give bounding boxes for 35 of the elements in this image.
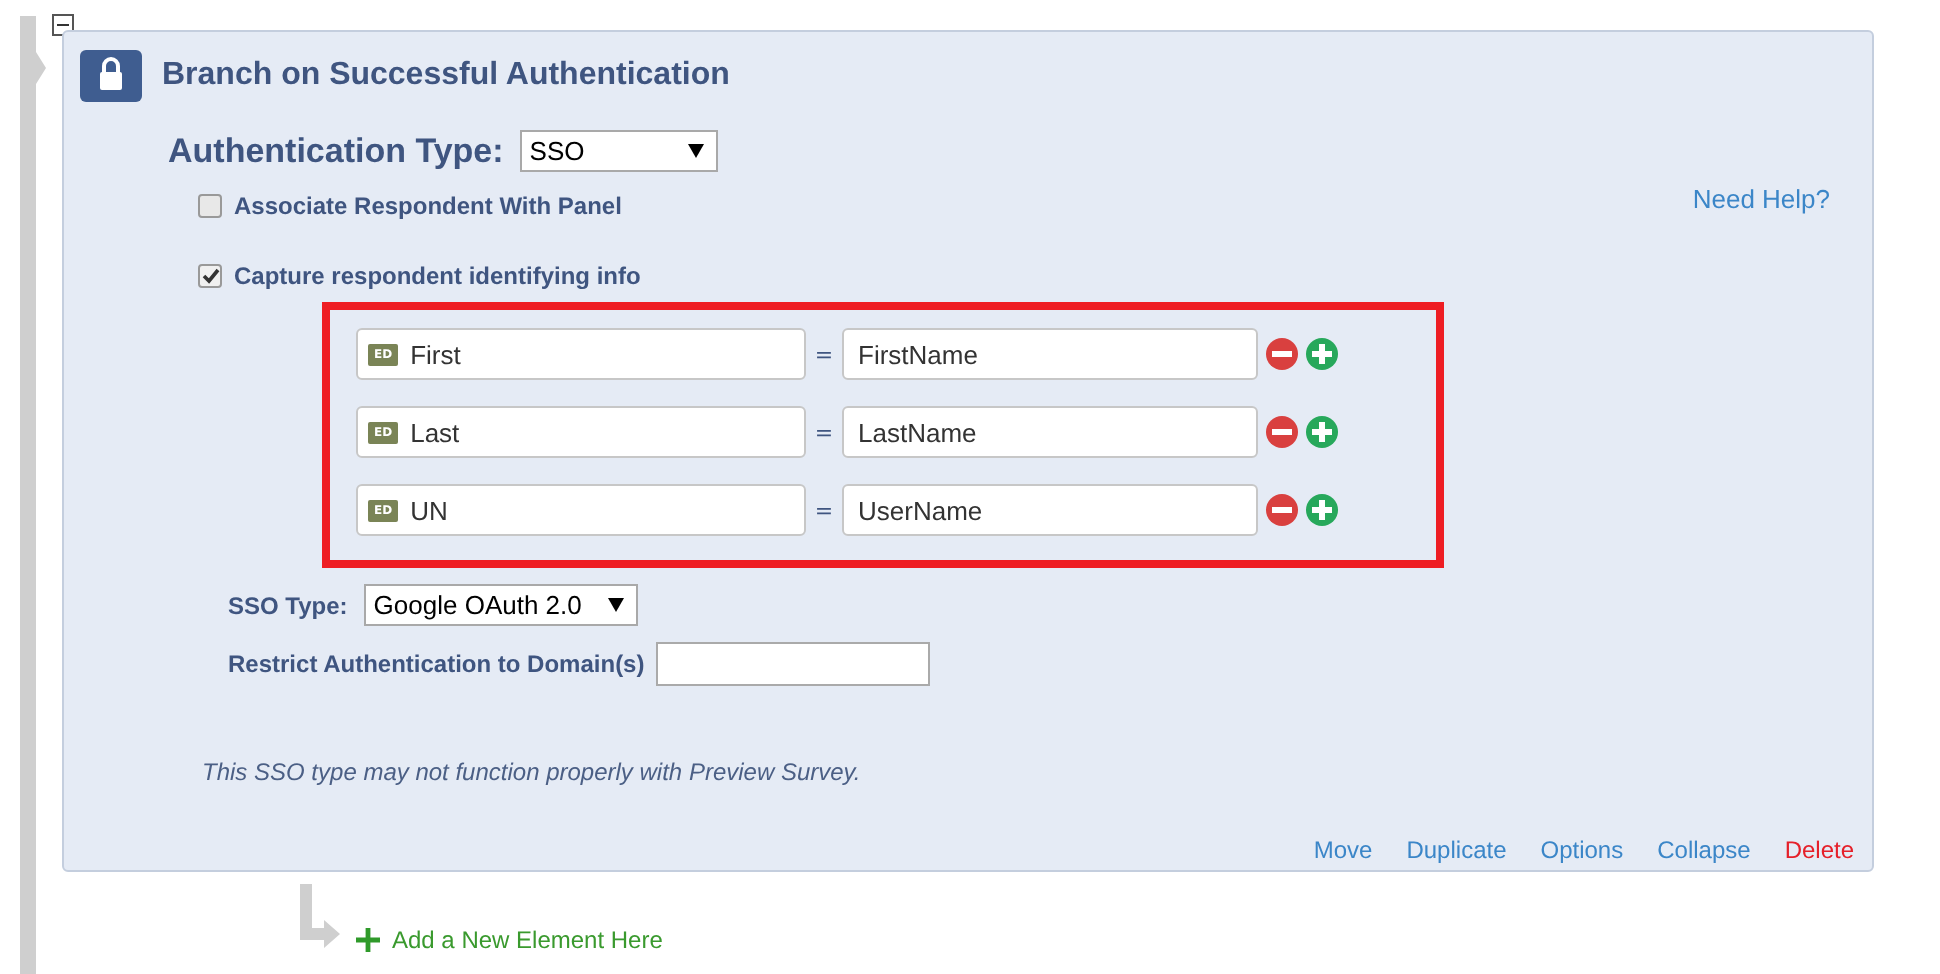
equals-sign: = xyxy=(812,419,836,445)
dropdown[interactable]: SSO xyxy=(519,130,718,172)
remove-icon[interactable] xyxy=(1266,338,1298,370)
block-title: Branch on Successful Authentication xyxy=(162,58,730,94)
field-value: Last xyxy=(410,417,460,447)
caret-icon xyxy=(687,144,704,158)
add-icon[interactable] xyxy=(1306,416,1338,448)
checkbox[interactable] xyxy=(198,264,222,288)
remove-icon[interactable] xyxy=(1266,416,1298,448)
action-link[interactable]: Delete xyxy=(1784,836,1854,864)
field-value: UN xyxy=(410,495,448,525)
add-element-link[interactable]: Add a New Element Here xyxy=(356,926,663,954)
info-note: This SSO type may not function properly with Preview Survey. xyxy=(202,758,863,786)
dropdown[interactable]: Google OAuth 2.0 xyxy=(363,584,638,626)
plus-icon xyxy=(356,928,380,952)
field-label: SSO Type: xyxy=(228,591,348,619)
value-input[interactable]: UserName xyxy=(842,484,1258,536)
checkbox[interactable] xyxy=(198,194,222,218)
caret-icon xyxy=(607,598,624,612)
value-input[interactable]: FirstName xyxy=(842,328,1258,380)
checkbox-label: Capture respondent identifying info xyxy=(234,262,641,290)
connector-arrow-icon xyxy=(296,884,344,952)
field-label: Authentication Type: xyxy=(168,131,504,171)
remove-icon[interactable] xyxy=(1266,494,1298,526)
lock-icon xyxy=(80,50,142,102)
field-label: Restrict Authentication to Domain(s) xyxy=(228,650,645,678)
field-value: First xyxy=(410,339,461,369)
equals-sign: = xyxy=(812,341,836,367)
add-icon[interactable] xyxy=(1306,338,1338,370)
input-field[interactable] xyxy=(656,642,931,686)
add-icon[interactable] xyxy=(1306,494,1338,526)
equals-sign: = xyxy=(812,497,836,523)
value-input[interactable]: LastName xyxy=(842,406,1258,458)
collapse-toggle[interactable] xyxy=(52,14,74,36)
checkbox-label: Associate Respondent With Panel xyxy=(234,192,622,220)
